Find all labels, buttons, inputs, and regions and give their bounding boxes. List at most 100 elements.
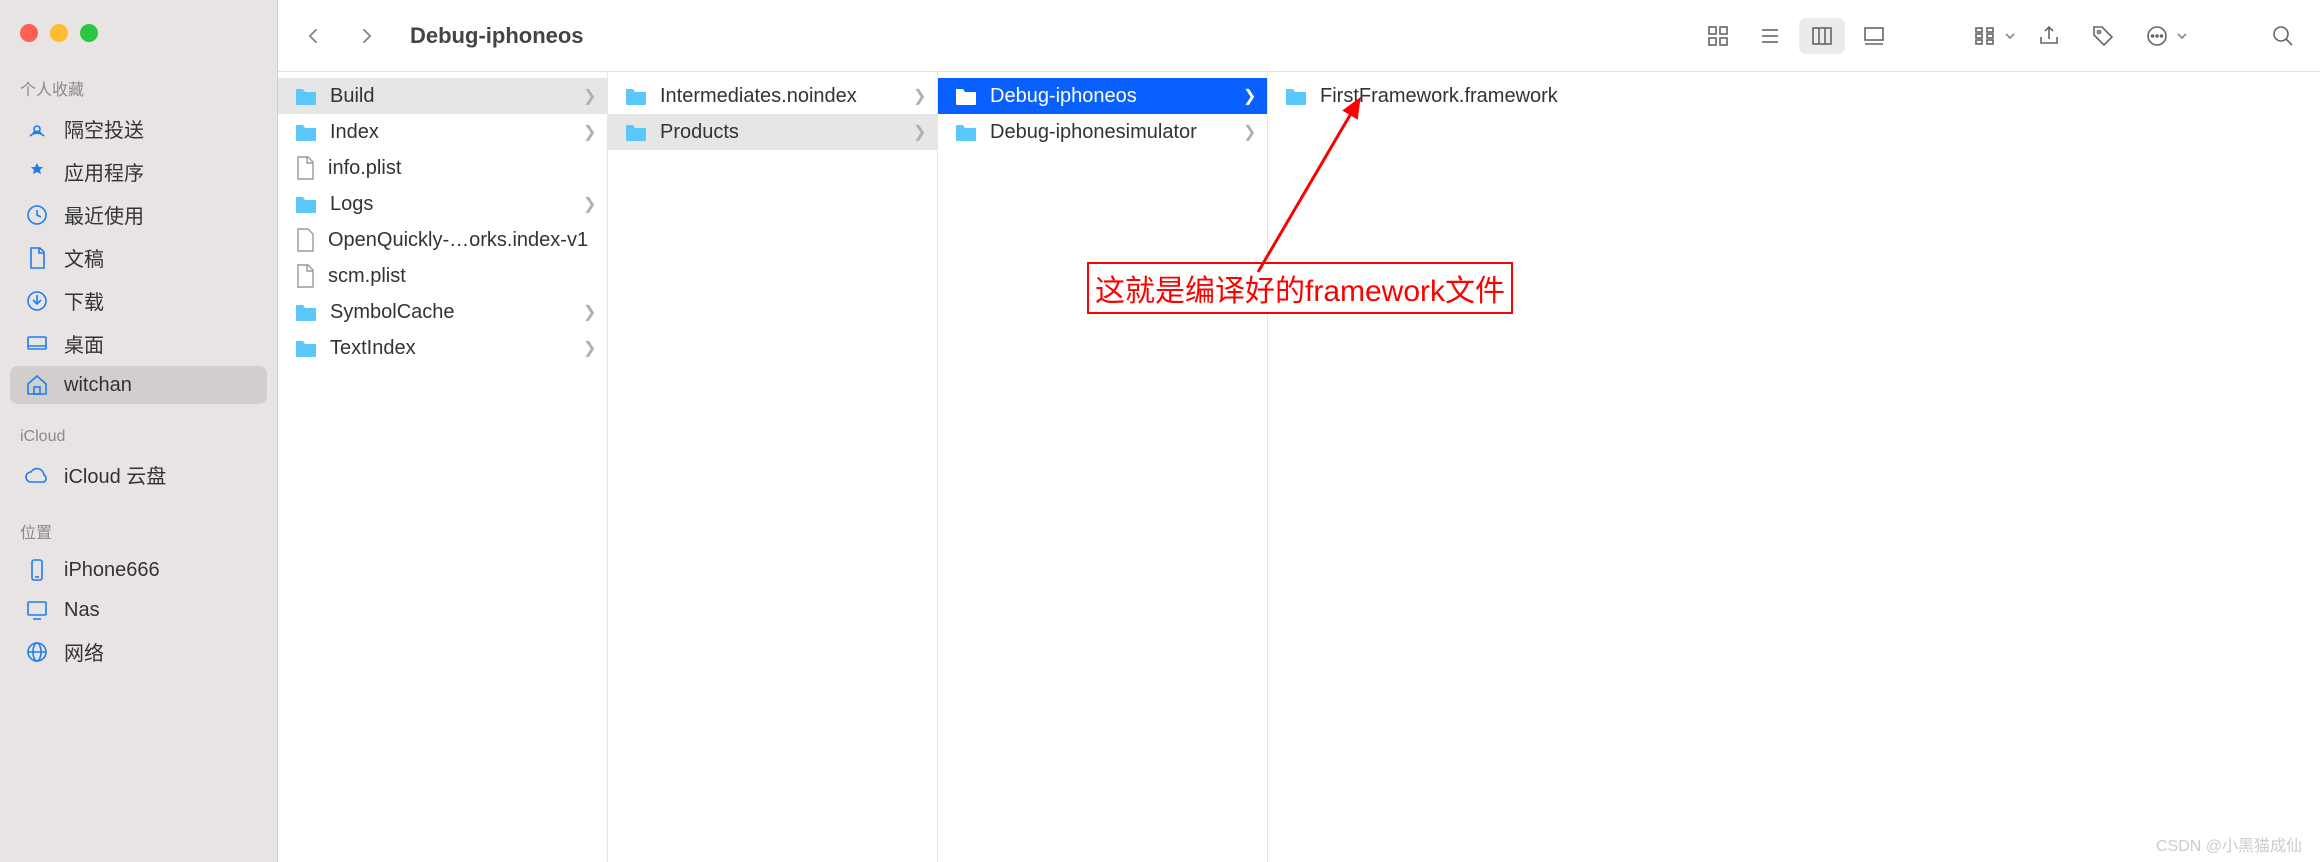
chevron-right-icon: ❯ [583,302,597,322]
file-row[interactable]: Debug-iphonesimulator❯ [938,114,1267,150]
folder-icon [1284,86,1308,106]
folder-icon [294,338,318,358]
window-title: Debug-iphoneos [410,23,584,49]
cloud-icon [24,462,50,488]
folder-icon [954,86,978,106]
sidebar-item-docs[interactable]: 文稿 [10,237,267,278]
document-icon [294,264,316,288]
share-button[interactable] [2028,18,2070,54]
sidebar-item-apps[interactable]: 应用程序 [10,151,267,192]
file-row[interactable]: info.plist [278,150,607,186]
list-view-button[interactable] [1747,18,1793,54]
view-mode-group [1692,15,1900,57]
file-row[interactable]: SymbolCache ❯ [278,294,607,330]
file-row[interactable]: Debug-iphoneos❯ [938,78,1267,114]
folder-icon [624,86,648,106]
chevron-right-icon: ❯ [583,194,597,214]
gallery-view-button[interactable] [1851,18,1897,54]
file-row[interactable]: TextIndex ❯ [278,330,607,366]
close-button[interactable] [20,24,38,42]
file-label: Debug-iphonesimulator [990,121,1231,144]
column-0: Build ❯ Index ❯ info.plist Logs ❯ OpenQuickly-…… [278,72,608,862]
chevron-right-icon: ❯ [583,86,597,106]
group-by-button[interactable] [1964,18,2016,54]
actions-button[interactable] [2136,18,2188,54]
sidebar-item-airdrop[interactable]: 隔空投送 [10,108,267,149]
sidebar-item-phone[interactable]: iPhone666 [10,551,267,589]
file-row[interactable]: Intermediates.noindex ❯ [608,78,937,114]
file-label: TextIndex [330,337,571,360]
sidebar-item-globe[interactable]: 网络 [10,631,267,672]
folder-icon [294,86,318,106]
column-2: Debug-iphoneos❯Debug-iphonesimulator❯ [938,72,1268,862]
sidebar-item-label: witchan [64,374,132,397]
file-label: Build [330,85,571,108]
phone-icon [24,557,50,583]
sidebar-item-monitor[interactable]: Nas [10,591,267,629]
sidebar-item-recent[interactable]: 最近使用 [10,194,267,235]
sidebar-item-desktop[interactable]: 桌面 [10,323,267,364]
file-row[interactable]: scm.plist [278,258,607,294]
finder-window: 个人收藏隔空投送应用程序最近使用文稿下载桌面witchaniCloudiClou… [0,0,2320,862]
sidebar-item-label: iCloud 云盘 [64,460,166,489]
folder-icon [954,122,978,142]
home-icon [24,372,50,398]
file-label: Logs [330,193,571,216]
downloads-icon [24,288,50,314]
column-view: Build ❯ Index ❯ info.plist Logs ❯ OpenQuickly-…… [278,72,2320,862]
maximize-button[interactable] [80,24,98,42]
folder-icon [294,122,318,142]
sidebar-item-label: 下载 [64,286,104,315]
minimize-button[interactable] [50,24,68,42]
file-row[interactable]: Build ❯ [278,78,607,114]
file-label: scm.plist [328,265,597,288]
file-label: Debug-iphoneos [990,85,1231,108]
chevron-right-icon: ❯ [583,338,597,358]
recent-icon [24,202,50,228]
column-3: FirstFramework.framework [1268,72,2320,862]
search-button[interactable] [2262,18,2304,54]
column-1: Intermediates.noindex ❯ Products ❯ [608,72,938,862]
sidebar: 个人收藏隔空投送应用程序最近使用文稿下载桌面witchaniCloudiClou… [0,0,278,862]
file-label: info.plist [328,157,597,180]
tags-button[interactable] [2082,18,2124,54]
folder-icon [294,302,318,322]
apps-icon [24,159,50,185]
sidebar-section-title: 位置 [0,513,277,549]
chevron-right-icon: ❯ [913,86,927,106]
file-row[interactable]: FirstFramework.framework [1268,78,2320,114]
icon-view-button[interactable] [1695,18,1741,54]
watermark: CSDN @小黑猫成仙 [2156,832,2302,856]
file-label: Intermediates.noindex [660,85,901,108]
airdrop-icon [24,116,50,142]
sidebar-item-label: 网络 [64,637,104,666]
docs-icon [24,245,50,271]
sidebar-item-downloads[interactable]: 下载 [10,280,267,321]
sidebar-item-label: 最近使用 [64,200,144,229]
sidebar-item-label: 隔空投送 [64,114,144,143]
desktop-icon [24,331,50,357]
file-row[interactable]: OpenQuickly-…orks.index-v1 [278,222,607,258]
file-row[interactable]: Index ❯ [278,114,607,150]
chevron-right-icon: ❯ [913,122,927,142]
file-row[interactable]: Products ❯ [608,114,937,150]
sidebar-item-cloud[interactable]: iCloud 云盘 [10,454,267,495]
column-view-button[interactable] [1799,18,1845,54]
file-label: SymbolCache [330,301,571,324]
file-row[interactable]: Logs ❯ [278,186,607,222]
chevron-right-icon: ❯ [583,122,597,142]
forward-button[interactable] [346,16,386,56]
file-label: OpenQuickly-…orks.index-v1 [328,229,597,252]
sidebar-item-label: 文稿 [64,243,104,272]
monitor-icon [24,597,50,623]
file-label: Index [330,121,571,144]
document-icon [294,156,316,180]
traffic-lights [0,18,277,70]
globe-icon [24,639,50,665]
sidebar-item-label: 应用程序 [64,157,144,186]
sidebar-item-home[interactable]: witchan [10,366,267,404]
back-button[interactable] [294,16,334,56]
sidebar-item-label: 桌面 [64,329,104,358]
file-label: Products [660,121,901,144]
main-area: Debug-iphoneos Build❯Index❯i [278,0,2320,862]
